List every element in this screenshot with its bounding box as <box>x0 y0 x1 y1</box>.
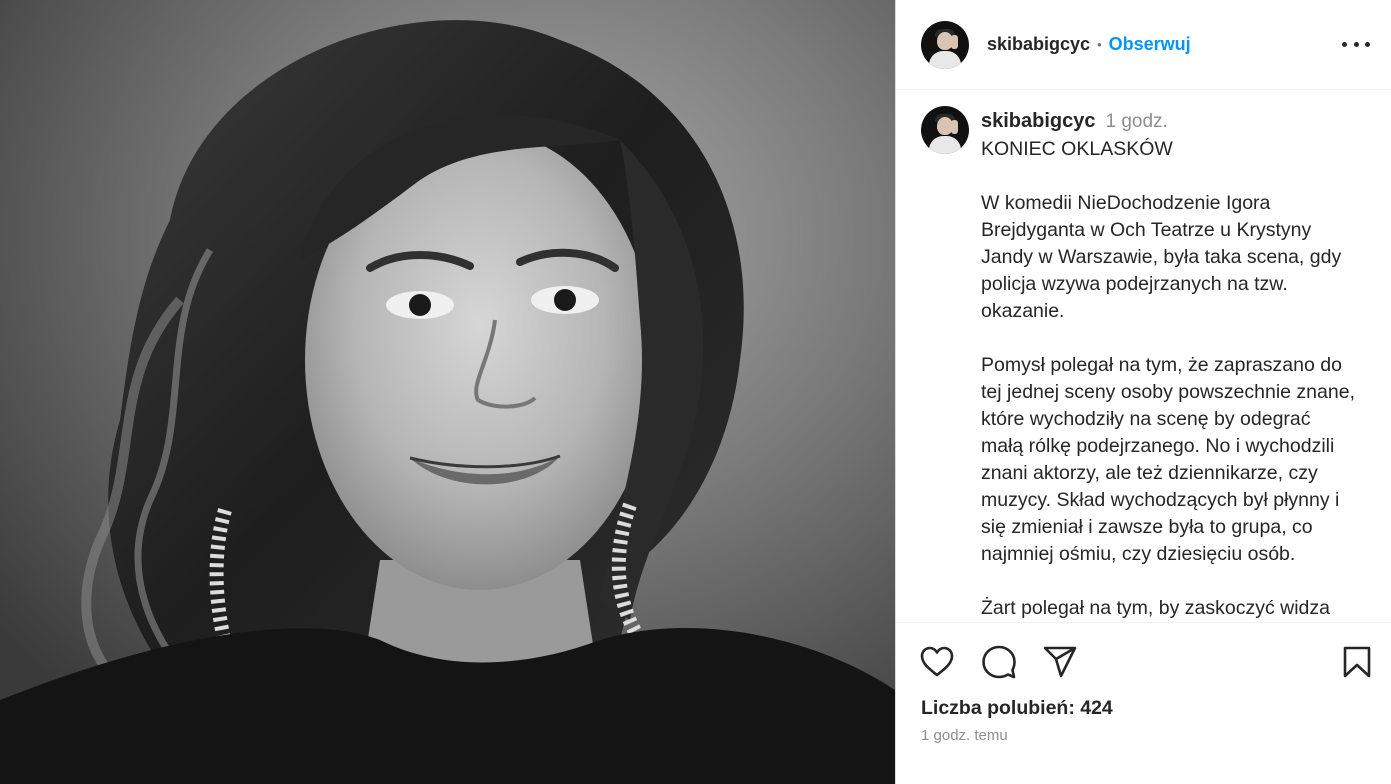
post-timestamp[interactable]: 1 godz. temu <box>921 727 1008 744</box>
caption-author-avatar[interactable] <box>921 106 969 154</box>
portrait-illustration <box>0 0 895 784</box>
bookmark-icon[interactable] <box>1339 644 1375 680</box>
separator-dot: • <box>1097 37 1102 52</box>
caption-paragraph-3: Żart polegał na tym, by zaskoczyć widza <box>981 597 1330 619</box>
follow-button[interactable]: Obserwuj <box>1109 34 1191 55</box>
send-icon[interactable] <box>1042 644 1078 680</box>
caption-title: KONIEC OKLASKÓW <box>981 138 1173 160</box>
author-avatar[interactable] <box>921 20 969 69</box>
caption-username[interactable]: skibabigcyc <box>981 110 1096 132</box>
caption-header: skibabigcyc 1 godz. <box>981 110 1168 133</box>
caption-paragraph-1: W komedii NieDochodzenie Igora Brejdygan… <box>981 192 1342 322</box>
likes-count[interactable]: Liczba polubień: 424 <box>921 697 1113 720</box>
caption-time[interactable]: 1 godz. <box>1106 111 1168 132</box>
actions-bar: Liczba polubień: 424 1 godz. temu <box>896 622 1391 784</box>
caption-area[interactable]: skibabigcyc 1 godz. KONIEC OKLASKÓW W kom… <box>896 90 1391 622</box>
heart-icon[interactable] <box>919 644 955 680</box>
caption-text: KONIEC OKLASKÓW W komedii NieDochodzenie… <box>981 136 1376 622</box>
author-username[interactable]: skibabigcyc <box>987 34 1090 55</box>
caption-paragraph-2: Pomysł polegał na tym, że zapraszano do … <box>981 354 1355 565</box>
post-header: skibabigcyc • Obserwuj <box>896 0 1391 90</box>
post-details-panel: skibabigcyc • Obserwuj skibabigcyc 1 godz… <box>895 0 1391 784</box>
post-photo[interactable] <box>0 0 895 784</box>
comment-icon[interactable] <box>981 644 1017 680</box>
more-options-icon[interactable] <box>1342 34 1370 54</box>
